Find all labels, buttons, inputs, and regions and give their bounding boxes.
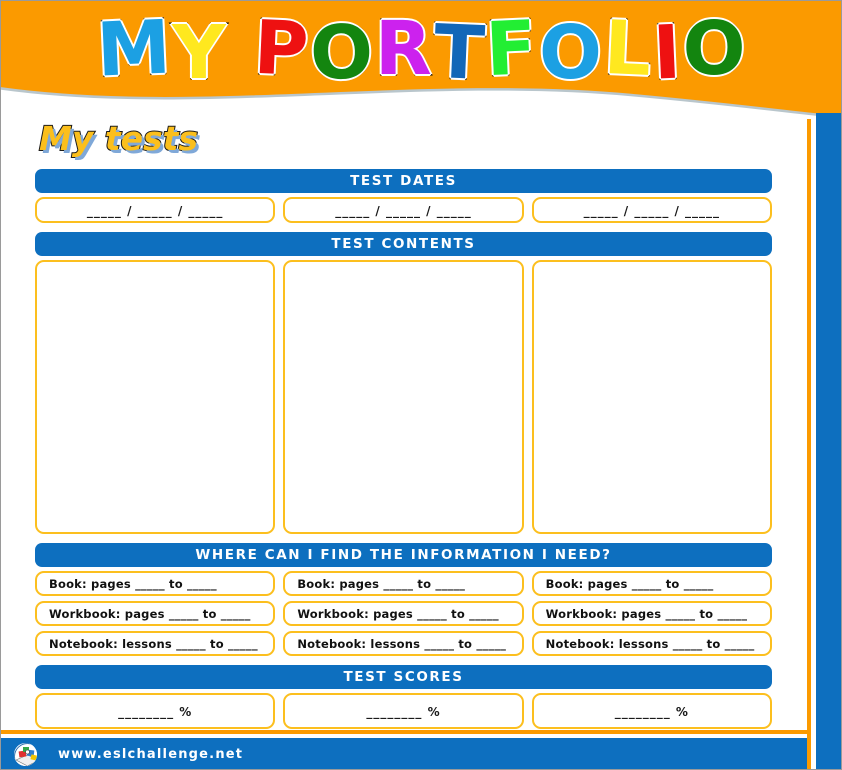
test-score-field-2[interactable]: ________ % <box>283 693 524 729</box>
worksheet-body: TEST DATES _____ / _____ / _____ _____ /… <box>35 169 772 734</box>
where-find-notebook-row: Notebook: lessons _____ to _____ Noteboo… <box>35 631 772 656</box>
title-word-gap <box>228 76 254 77</box>
test-contents-row <box>35 260 772 534</box>
page-title: MY PORTFOLIO <box>1 3 841 99</box>
footer-orange-rule <box>1 730 807 734</box>
section-heading: My tests <box>38 118 199 159</box>
title-letter-o-7: O <box>537 9 604 98</box>
page-header: MY PORTFOLIO <box>1 1 841 119</box>
workbook-pages-field-1[interactable]: Workbook: pages _____ to _____ <box>35 601 276 626</box>
test-score-field-3[interactable]: ________ % <box>531 693 772 729</box>
where-find-workbook-row: Workbook: pages _____ to _____ Workbook:… <box>35 601 772 626</box>
title-letter-m-0: M <box>93 3 175 95</box>
title-letter-o-10: O <box>681 5 748 94</box>
page-footer: www.eslchallenge.net <box>1 738 807 769</box>
book-pages-field-1[interactable]: Book: pages _____ to _____ <box>35 571 276 596</box>
right-edge-orange-stripe <box>807 119 811 769</box>
test-dates-row: _____ / _____ / _____ _____ / _____ / __… <box>35 197 772 223</box>
test-scores-header-bar: TEST SCORES <box>35 665 772 689</box>
notebook-lessons-field-1[interactable]: Notebook: lessons _____ to _____ <box>35 631 276 656</box>
test-content-field-2[interactable] <box>283 260 524 534</box>
title-letter-r-4: R <box>373 5 434 94</box>
test-date-field-1[interactable]: _____ / _____ / _____ <box>35 197 276 223</box>
worksheet-page: MY PORTFOLIO My tests TEST DATES _____ / … <box>0 0 842 770</box>
footer-website-url[interactable]: www.eslchallenge.net <box>58 738 243 769</box>
test-dates-header-bar: TEST DATES <box>35 169 772 193</box>
notebook-lessons-field-3[interactable]: Notebook: lessons _____ to _____ <box>531 631 772 656</box>
test-contents-header-bar: TEST CONTENTS <box>35 232 772 256</box>
test-scores-row: ________ % ________ % ________ % <box>35 693 772 729</box>
title-letter-p-2: P <box>250 3 313 94</box>
test-date-field-3[interactable]: _____ / _____ / _____ <box>531 197 772 223</box>
where-find-header-bar: WHERE CAN I FIND THE INFORMATION I NEED? <box>35 543 772 567</box>
title-letter-l-8: L <box>601 3 657 94</box>
test-score-field-1[interactable]: ________ % <box>35 693 276 729</box>
workbook-pages-field-3[interactable]: Workbook: pages _____ to _____ <box>531 601 772 626</box>
test-content-field-3[interactable] <box>531 260 772 534</box>
workbook-pages-field-2[interactable]: Workbook: pages _____ to _____ <box>283 601 524 626</box>
test-date-field-2[interactable]: _____ / _____ / _____ <box>283 197 524 223</box>
notebook-lessons-field-2[interactable]: Notebook: lessons _____ to _____ <box>283 631 524 656</box>
title-letter-f-6: F <box>483 3 542 94</box>
title-letter-o-3: O <box>307 7 379 99</box>
esl-challenge-logo-icon <box>12 741 39 768</box>
right-edge-blue-stripe <box>816 113 841 769</box>
test-content-field-1[interactable] <box>35 260 276 534</box>
where-find-book-row: Book: pages _____ to _____ Book: pages _… <box>35 571 772 596</box>
title-letter-y-1: Y <box>171 9 228 98</box>
book-pages-field-3[interactable]: Book: pages _____ to _____ <box>531 571 772 596</box>
title-letter-t-5: T <box>430 7 489 98</box>
title-letter-i-9: I <box>650 8 686 98</box>
book-pages-field-2[interactable]: Book: pages _____ to _____ <box>283 571 524 596</box>
